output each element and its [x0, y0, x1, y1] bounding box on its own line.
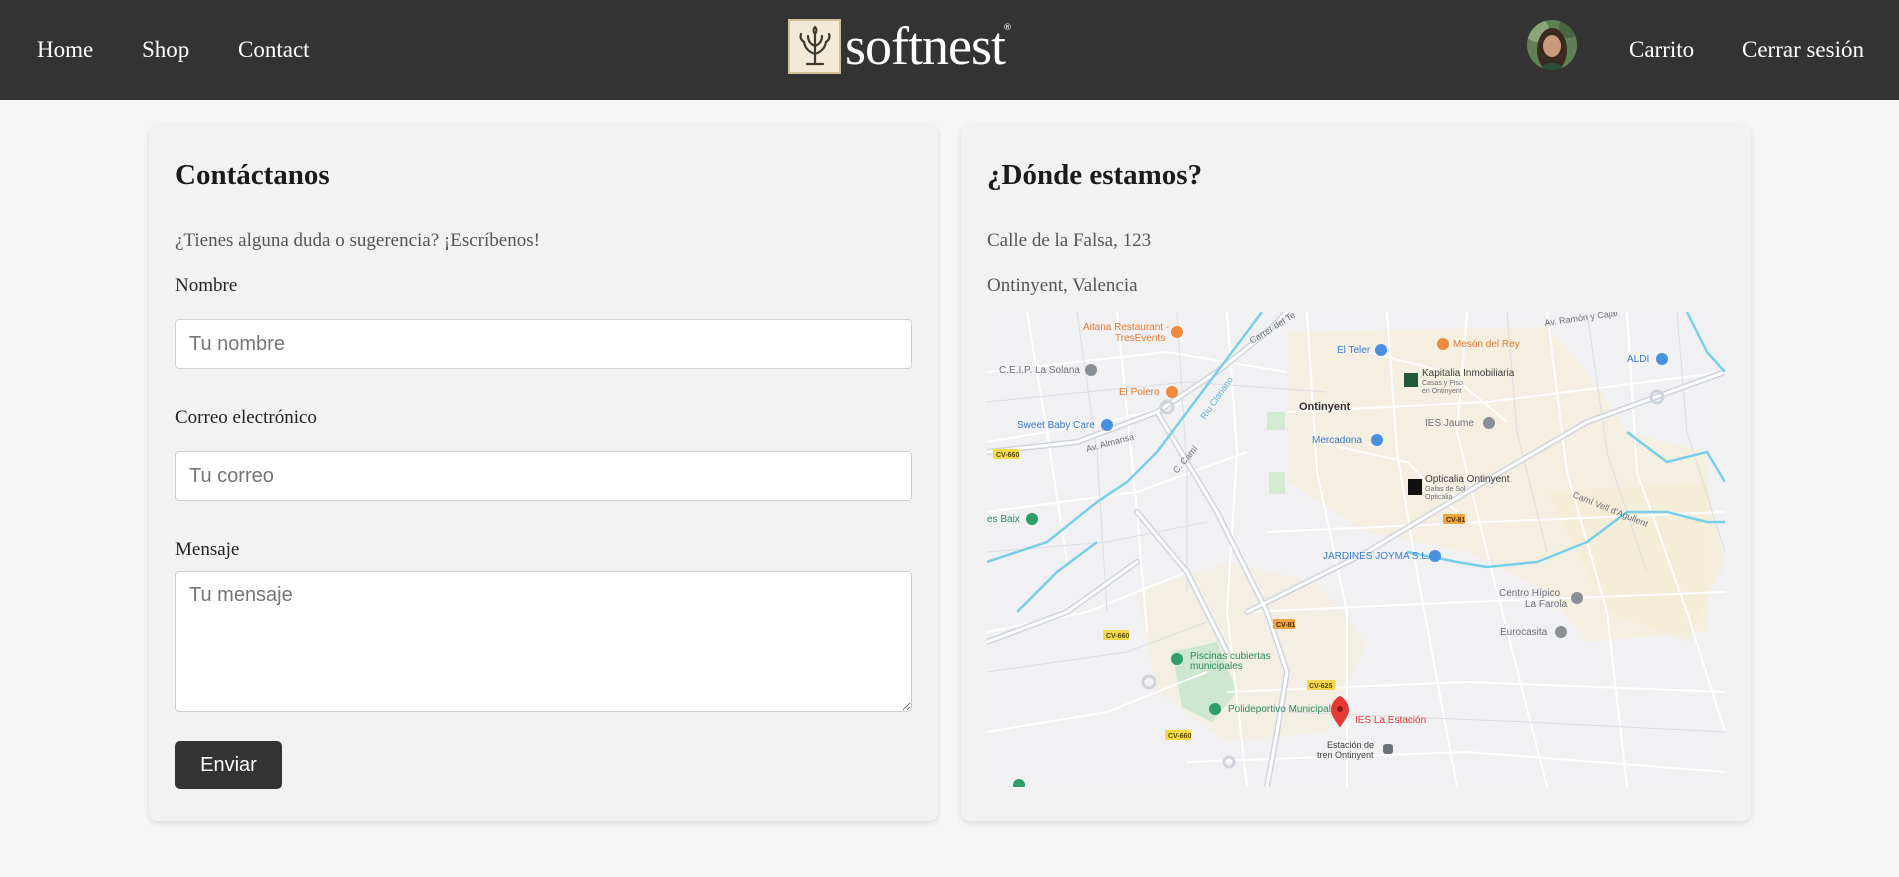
nav-shop-link[interactable]: Shop — [142, 36, 189, 64]
map-poi-ies-jaume: IES Jaume — [1425, 418, 1474, 429]
brand-name: softnest — [845, 16, 1006, 76]
name-label: Nombre — [175, 275, 238, 296]
registered-icon: ® — [1003, 23, 1012, 33]
map-poi-centro-hipico: Centro Hípico — [1499, 588, 1561, 599]
map-poi-eurocasita: Eurocasita — [1500, 627, 1548, 638]
map-poi-el-polero: El Polero — [1119, 387, 1160, 398]
map-road-cv660-a: CV-660 — [996, 452, 1019, 459]
location-title: ¿Dónde estamos? — [987, 159, 1203, 191]
map-poi-jardines: JARDINES JOYMA S.L. — [1323, 551, 1430, 562]
map-poi-es-baix: es Baix — [987, 514, 1020, 525]
map-poi-meson: Mesón del Rey — [1453, 339, 1520, 350]
map-poi-aitana: Aitana Restaurant - — [1083, 322, 1169, 333]
map-poi-el-teler: El Teler — [1337, 345, 1371, 356]
map-poi-kapitalia-sub2: en Ontinyent — [1422, 388, 1462, 395]
leaf-emblem-icon — [788, 18, 841, 74]
nav-home-link[interactable]: Home — [37, 36, 93, 64]
map-poi-kapitalia: Kapitalia Inmobiliaria — [1422, 368, 1515, 379]
map-poi-estacion-1: Estación de — [1327, 740, 1374, 750]
map-poi-mercadona: Mercadona — [1312, 435, 1362, 446]
message-label: Mensaje — [175, 539, 240, 560]
message-textarea[interactable] — [175, 571, 912, 712]
map-poi-aldi: ALDI — [1627, 354, 1649, 365]
map-road-cv660-b: CV-660 — [1106, 633, 1129, 640]
map-road-cv81-a: CV-81 — [1276, 622, 1296, 629]
email-label: Correo electrónico — [175, 407, 317, 428]
map-road-cv660-c: CV-660 — [1168, 733, 1191, 740]
map-poi-opticalia: Opticalia Ontinyent — [1425, 474, 1510, 485]
map-road-cv81-b: CV-81 — [1446, 517, 1466, 524]
map-poi-ceip: C.E.I.P. La Solana — [999, 365, 1080, 376]
nav-contact-link[interactable]: Contact — [238, 36, 310, 64]
contact-card: Contáctanos ¿Tienes alguna duda o sugere… — [149, 125, 938, 821]
email-input[interactable] — [175, 451, 912, 501]
map-poi-opticalia-sub2: Opticalia — [1425, 494, 1452, 501]
map-poi-sweet-baby: Sweet Baby Care — [1017, 420, 1095, 431]
map-poi-polideportivo: Polideportivo Municipal — [1228, 704, 1331, 715]
contact-title: Contáctanos — [175, 159, 330, 191]
location-card: ¿Dónde estamos? Calle de la Falsa, 123 O… — [961, 125, 1751, 821]
name-input[interactable] — [175, 319, 912, 369]
map-poi-kapitalia-sub1: Casas y Piso — [1422, 380, 1463, 387]
map-poi-la-farola: La Farola — [1525, 599, 1568, 610]
contact-intro: ¿Tienes alguna duda o sugerencia? ¡Escrí… — [175, 230, 540, 251]
map-town-ontinyent: Ontinyent — [1299, 401, 1351, 413]
map-poi-ies-estacion: IES La Estación — [1355, 715, 1426, 726]
nav-cart-link[interactable]: Carrito — [1629, 36, 1694, 64]
address-line-1: Calle de la Falsa, 123 — [987, 230, 1152, 251]
submit-button[interactable]: Enviar — [175, 741, 282, 789]
brand-logo[interactable]: softnest ® — [788, 16, 1012, 76]
map-poi-opticalia-sub1: Gafas de Sol — [1425, 486, 1466, 493]
map-poi-estacion-2: tren Ontinyent — [1317, 750, 1374, 760]
nav-logout-link[interactable]: Cerrar sesión — [1742, 36, 1864, 64]
location-map[interactable]: CV-660 CV-660 CV-660 CV-81 CV-81 CV-625 … — [987, 312, 1725, 787]
address-line-2: Ontinyent, Valencia — [987, 275, 1138, 296]
map-poi-piscinas-2: municipales — [1190, 661, 1243, 672]
navbar: Home Shop Contact softnest ® Carrito Cer… — [0, 0, 1899, 100]
map-poi-tresevents: TresEvents — [1115, 333, 1165, 344]
user-avatar[interactable] — [1527, 20, 1577, 70]
map-road-cv625: CV-625 — [1309, 683, 1332, 690]
